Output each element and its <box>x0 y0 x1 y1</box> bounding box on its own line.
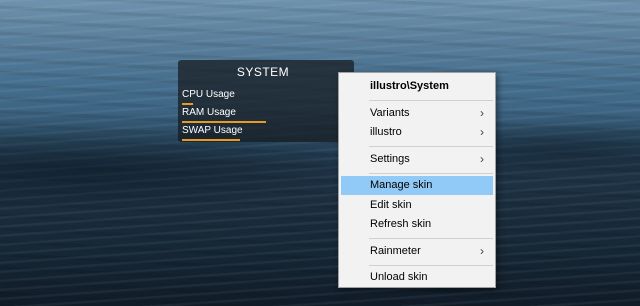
ram-usage-row: RAM Usage 5 <box>182 107 352 123</box>
menu-separator <box>369 100 493 101</box>
menu-separator <box>369 173 493 174</box>
skin-title: SYSTEM <box>236 65 290 79</box>
menu-item-illustro[interactable]: illustro › <box>341 123 493 142</box>
menu-item-label: Rainmeter <box>370 245 421 257</box>
menu-item-variants[interactable]: Variants › <box>341 104 493 123</box>
menu-header-skin-name[interactable]: illustro\System <box>341 77 493 96</box>
desktop-wallpaper <box>0 0 640 306</box>
menu-separator <box>369 238 493 239</box>
menu-item-refresh-skin[interactable]: Refresh skin <box>341 215 493 234</box>
menu-item-manage-skin[interactable]: Manage skin <box>341 176 493 195</box>
swap-usage-row: SWAP Usage 4 <box>182 125 352 141</box>
cpu-usage-label: CPU Usage <box>182 89 235 100</box>
menu-separator <box>369 265 493 266</box>
menu-item-rainmeter[interactable]: Rainmeter › <box>341 242 493 261</box>
chevron-right-icon: › <box>480 152 484 166</box>
skin-context-menu: illustro\System Variants › illustro › Se… <box>338 72 496 288</box>
menu-item-label: Edit skin <box>370 199 412 211</box>
cpu-usage-bar <box>182 103 193 105</box>
menu-item-unload-skin[interactable]: Unload skin <box>341 268 493 287</box>
swap-usage-label: SWAP Usage <box>182 125 243 136</box>
cpu-usage-row: CPU Usage <box>182 89 352 105</box>
menu-item-label: Unload skin <box>370 271 428 283</box>
menu-item-label: Settings <box>370 153 410 165</box>
menu-item-settings[interactable]: Settings › <box>341 150 493 169</box>
menu-item-edit-skin[interactable]: Edit skin <box>341 196 493 215</box>
menu-separator <box>369 146 493 147</box>
chevron-right-icon: › <box>480 244 484 258</box>
menu-item-label: Manage skin <box>370 179 433 191</box>
ram-usage-label: RAM Usage <box>182 107 236 118</box>
swap-usage-bar <box>182 139 240 141</box>
ram-usage-bar <box>182 121 266 123</box>
menu-item-label: illustro <box>370 126 402 138</box>
system-skin-widget[interactable]: SYSTEM CPU Usage RAM Usage 5 SWAP Usage … <box>178 60 354 142</box>
menu-item-label: Variants <box>370 107 410 119</box>
chevron-right-icon: › <box>480 106 484 120</box>
menu-item-label: Refresh skin <box>370 218 432 230</box>
chevron-right-icon: › <box>480 125 484 139</box>
menu-header-label: illustro\System <box>370 80 449 92</box>
